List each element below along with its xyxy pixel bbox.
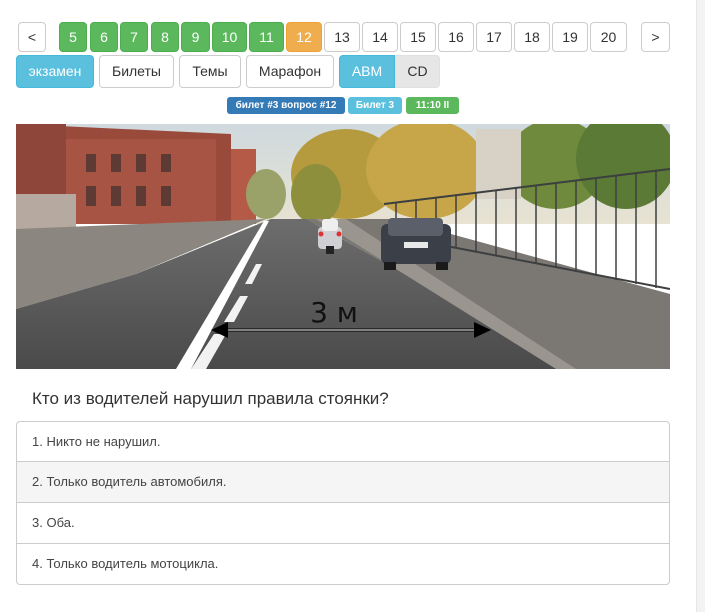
page-13-button[interactable]: 13 xyxy=(324,22,360,52)
page-19-button[interactable]: 19 xyxy=(552,22,588,52)
page-15-button[interactable]: 15 xyxy=(400,22,436,52)
page-7-button[interactable]: 7 xyxy=(120,22,148,52)
page-8-button[interactable]: 8 xyxy=(151,22,179,52)
category-cd-button[interactable]: CD xyxy=(395,55,440,88)
answer-option-2[interactable]: 2. Только водитель автомобиля. xyxy=(16,462,670,503)
category-abm-button[interactable]: ABM xyxy=(339,55,395,88)
page-10-button[interactable]: 10 xyxy=(212,22,247,52)
page-5-button[interactable]: 5 xyxy=(59,22,87,52)
distance-label: 3 м xyxy=(310,296,358,329)
page-11-button[interactable]: 11 xyxy=(249,22,284,52)
page-9-button[interactable]: 9 xyxy=(181,22,210,52)
exam-button[interactable]: экзамен xyxy=(16,55,94,88)
prev-page-button[interactable]: < xyxy=(18,22,46,52)
page-18-button[interactable]: 18 xyxy=(514,22,550,52)
page-14-button[interactable]: 14 xyxy=(362,22,398,52)
page-12-button[interactable]: 12 xyxy=(286,22,322,52)
timer-badge[interactable]: 11:10 II xyxy=(406,97,459,114)
page-17-button[interactable]: 17 xyxy=(476,22,512,52)
scrollbar-track[interactable] xyxy=(696,0,705,612)
answer-list: 1. Никто не нарушил. 2. Только водитель … xyxy=(16,421,670,585)
page-20-button[interactable]: 20 xyxy=(590,22,627,52)
topics-button[interactable]: Темы xyxy=(179,55,241,88)
marathon-button[interactable]: Марафон xyxy=(246,55,334,88)
page-6-button[interactable]: 6 xyxy=(90,22,118,52)
answer-option-3[interactable]: 3. Оба. xyxy=(16,503,670,544)
question-ref-badge: билет #3 вопрос #12 xyxy=(227,97,345,114)
answer-option-1[interactable]: 1. Никто не нарушил. xyxy=(16,421,670,462)
next-page-button[interactable]: > xyxy=(641,22,670,52)
page-16-button[interactable]: 16 xyxy=(438,22,474,52)
tickets-button[interactable]: Билеты xyxy=(99,55,174,88)
question-image: 3 м xyxy=(16,124,670,369)
ticket-badge: Билет 3 xyxy=(348,97,402,114)
answer-option-4[interactable]: 4. Только водитель мотоцикла. xyxy=(16,544,670,585)
question-text: Кто из водителей нарушил правила стоянки… xyxy=(32,389,389,408)
